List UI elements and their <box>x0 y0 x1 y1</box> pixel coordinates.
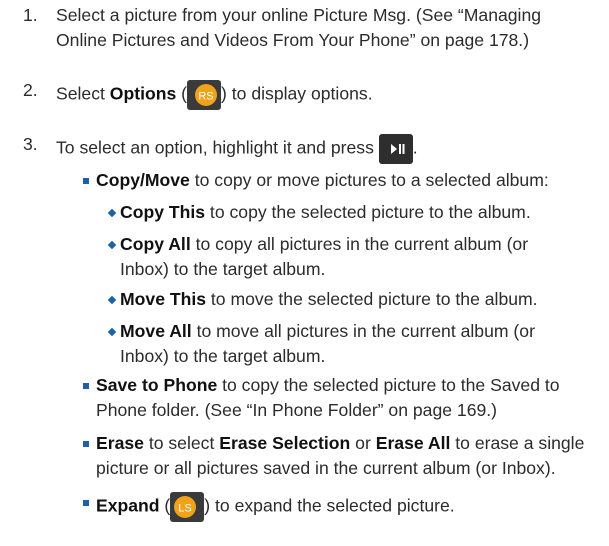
expand-item: Expand (LS) to expand the selected pictu… <box>96 492 455 522</box>
step-1-line-2: Online Pictures and Videos From Your Pho… <box>56 30 530 50</box>
right-soft-key-icon: RS <box>187 80 222 110</box>
erase-item: Erase to select Erase Selection or Erase… <box>96 433 585 453</box>
bullet-square <box>83 441 89 447</box>
svg-text:LS: LS <box>179 503 192 515</box>
bullet-diamond <box>107 295 117 305</box>
step-2-text: Select Options (RS) to display options. <box>56 80 373 110</box>
save-to-phone-line-2: Phone folder. (See “In Phone Folder” on … <box>96 400 498 420</box>
move-all-item: Move All to move all pictures in the cur… <box>120 321 535 341</box>
play-pause-key-icon <box>378 134 413 164</box>
copy-this-item: Copy This to copy the selected picture t… <box>120 202 531 222</box>
copy-all-item: Copy All to copy all pictures in the cur… <box>120 234 529 254</box>
svg-text:RS: RS <box>198 91 213 103</box>
bullet-diamond <box>107 208 117 218</box>
bullet-square <box>83 500 89 506</box>
step-3-text: To select an option, highlight it and pr… <box>56 134 418 164</box>
left-soft-key-icon: LS <box>170 492 205 522</box>
save-to-phone-item: Save to Phone to copy the selected pictu… <box>96 375 560 395</box>
bullet-square <box>83 383 89 389</box>
move-this-item: Move This to move the selected picture t… <box>120 289 538 309</box>
options-label: Options <box>109 83 177 104</box>
copy-all-line-2: Inbox) to the target album. <box>120 259 326 279</box>
step-1-line-1: Select a picture from your online Pictur… <box>56 5 542 25</box>
bullet-diamond <box>107 327 117 337</box>
copy-move-item: Copy/Move to copy or move pictures to a … <box>96 170 549 190</box>
step-number: 3. <box>23 134 38 154</box>
erase-line-2: picture or all pictures saved in the cur… <box>96 458 556 478</box>
move-all-line-2: Inbox) to the target album. <box>120 346 326 366</box>
step-number: 1. <box>23 5 38 25</box>
step-number: 2. <box>23 80 38 100</box>
bullet-square <box>83 178 89 184</box>
bullet-diamond <box>107 240 117 250</box>
